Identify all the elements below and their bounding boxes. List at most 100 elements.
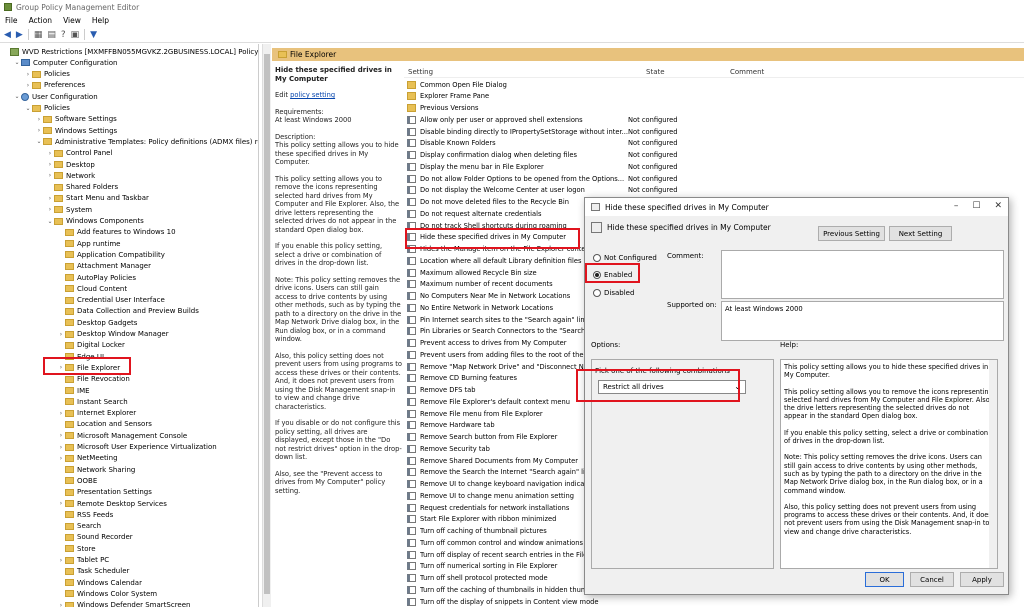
tree-scrollbar[interactable]: [262, 44, 271, 607]
next-setting-button[interactable]: Next Setting: [889, 226, 952, 241]
edit-policy-link[interactable]: policy setting: [290, 91, 335, 99]
radio-circle[interactable]: [593, 254, 601, 262]
tree-node[interactable]: › System: [46, 204, 92, 215]
menu-help[interactable]: Help: [92, 16, 109, 25]
tree-node[interactable]: Attachment Manager: [57, 261, 151, 272]
tree-node[interactable]: › Windows Defender SmartScreen: [57, 600, 190, 607]
cancel-button[interactable]: Cancel: [910, 572, 954, 587]
tree-node[interactable]: › Tablet PC: [57, 555, 109, 566]
setting-row[interactable]: Allow only per user or approved shell ex…: [404, 114, 704, 125]
forward-icon[interactable]: ▶: [16, 30, 23, 40]
column-state[interactable]: State: [646, 68, 665, 76]
tree-node[interactable]: › Preferences: [24, 80, 85, 91]
expand-icon[interactable]: ›: [57, 331, 65, 338]
tree-node[interactable]: Data Collection and Preview Builds: [57, 306, 199, 317]
radio-circle[interactable]: [593, 289, 601, 297]
tree-node[interactable]: Network Sharing: [57, 464, 135, 475]
tree-node[interactable]: Instant Search: [57, 396, 128, 407]
apply-button[interactable]: Apply: [960, 572, 1004, 587]
expand-icon[interactable]: ›: [57, 410, 65, 417]
tree-node[interactable]: Windows Color System: [57, 588, 157, 599]
menu-view[interactable]: View: [63, 16, 81, 25]
setting-row[interactable]: Previous Versions: [404, 103, 704, 114]
expand-icon[interactable]: ›: [24, 71, 32, 78]
tree-node[interactable]: ⌄ Windows Components: [46, 216, 143, 227]
tree-node[interactable]: › Control Panel: [46, 148, 113, 159]
tree-node[interactable]: WVD Restrictions [MXMFFBN055MGVKZ.2GBUSI…: [2, 46, 258, 57]
expand-icon[interactable]: ›: [46, 206, 54, 213]
expand-icon[interactable]: ›: [46, 172, 54, 179]
tree-node[interactable]: ⌄ Computer Configuration: [13, 57, 117, 68]
column-comment[interactable]: Comment: [730, 68, 764, 76]
expand-icon[interactable]: ›: [57, 500, 65, 507]
tree-node[interactable]: › Policies: [24, 69, 70, 80]
setting-row[interactable]: Common Open File Dialog: [404, 79, 704, 90]
setting-row[interactable]: Display confirmation dialog when deletin…: [404, 150, 704, 161]
tree-node[interactable]: › Desktop: [46, 159, 95, 170]
setting-row[interactable]: Display the menu bar in File Explorer Not…: [404, 161, 704, 172]
tree-node[interactable]: › Network: [46, 170, 95, 181]
minimize-icon[interactable]: –: [954, 201, 959, 211]
close-icon[interactable]: ✕: [994, 201, 1002, 211]
tree-node[interactable]: › Desktop Window Manager: [57, 329, 169, 340]
tree-node[interactable]: Digital Locker: [57, 340, 125, 351]
setting-row[interactable]: Disable binding directly to IPropertySet…: [404, 126, 704, 137]
setting-row[interactable]: Explorer Frame Pane: [404, 91, 704, 102]
expand-icon[interactable]: ›: [57, 557, 65, 564]
tree-node[interactable]: › Microsoft Management Console: [57, 430, 187, 441]
export-list-icon[interactable]: ▤: [47, 30, 56, 40]
tree-node[interactable]: › Windows Settings: [35, 125, 117, 136]
tree-node[interactable]: ⌄ User Configuration: [13, 91, 98, 102]
expand-icon[interactable]: ›: [35, 127, 43, 134]
expand-icon[interactable]: ›: [46, 150, 54, 157]
column-setting[interactable]: Setting: [408, 68, 433, 76]
maximize-icon[interactable]: ☐: [972, 201, 980, 211]
expand-icon[interactable]: ›: [57, 444, 65, 451]
tree-node[interactable]: Task Scheduler: [57, 566, 129, 577]
collapse-icon[interactable]: ⌄: [46, 218, 54, 225]
tree-node[interactable]: RSS Feeds: [57, 509, 113, 520]
properties-icon[interactable]: ▣: [71, 30, 80, 40]
previous-setting-button[interactable]: Previous Setting: [818, 226, 885, 241]
tree-node[interactable]: IME: [57, 385, 90, 396]
expand-icon[interactable]: ›: [46, 195, 54, 202]
menu-file[interactable]: File: [5, 16, 18, 25]
show-hide-tree-icon[interactable]: ▦: [34, 30, 43, 40]
tree-node[interactable]: Presentation Settings: [57, 487, 152, 498]
expand-icon[interactable]: ›: [57, 455, 65, 462]
filter-icon[interactable]: ▼: [90, 30, 97, 40]
tree-node[interactable]: › Microsoft User Experience Virtualizatio…: [57, 442, 217, 453]
expand-icon[interactable]: ›: [57, 602, 65, 607]
tree-node[interactable]: Cloud Content: [57, 283, 127, 294]
expand-icon[interactable]: ›: [57, 432, 65, 439]
tree-node[interactable]: Location and Sensors: [57, 419, 152, 430]
collapse-icon[interactable]: ⌄: [13, 59, 21, 66]
help-scrollbar[interactable]: [989, 360, 997, 568]
tree-node[interactable]: › Remote Desktop Services: [57, 498, 167, 509]
tree-node[interactable]: Add features to Windows 10: [57, 227, 176, 238]
setting-row[interactable]: Do not display the Welcome Center at use…: [404, 185, 704, 196]
tree-node[interactable]: File Revocation: [57, 374, 130, 385]
tree-node[interactable]: Desktop Gadgets: [57, 317, 137, 328]
setting-row[interactable]: Do not allow Folder Options to be opened…: [404, 173, 704, 184]
expand-icon[interactable]: ›: [35, 116, 43, 123]
tree-node[interactable]: Application Compatibility: [57, 249, 165, 260]
ok-button[interactable]: OK: [865, 572, 904, 587]
tree-node[interactable]: Sound Recorder: [57, 532, 133, 543]
help-icon[interactable]: ?: [61, 30, 66, 40]
tree-node[interactable]: Store: [57, 543, 96, 554]
collapse-icon[interactable]: ⌄: [13, 93, 21, 100]
tree-node[interactable]: › Software Settings: [35, 114, 117, 125]
expand-icon[interactable]: ›: [46, 161, 54, 168]
radio-not-configured[interactable]: Not Configured: [593, 254, 657, 262]
tree-node[interactable]: App runtime: [57, 238, 120, 249]
expand-icon[interactable]: ›: [24, 82, 32, 89]
tree-node[interactable]: ⌄ Policies: [24, 103, 69, 114]
tree-node[interactable]: › Internet Explorer: [57, 408, 136, 419]
tree-node[interactable]: OOBE: [57, 475, 97, 486]
tree-node[interactable]: AutoPlay Policies: [57, 272, 136, 283]
tree-node[interactable]: ⌄ Administrative Templates: Policy defini…: [35, 136, 258, 147]
tree-node[interactable]: › NetMeeting: [57, 453, 118, 464]
back-icon[interactable]: ◀: [4, 30, 11, 40]
setting-row[interactable]: Disable Known FoldersNot configuredNo: [404, 138, 704, 149]
